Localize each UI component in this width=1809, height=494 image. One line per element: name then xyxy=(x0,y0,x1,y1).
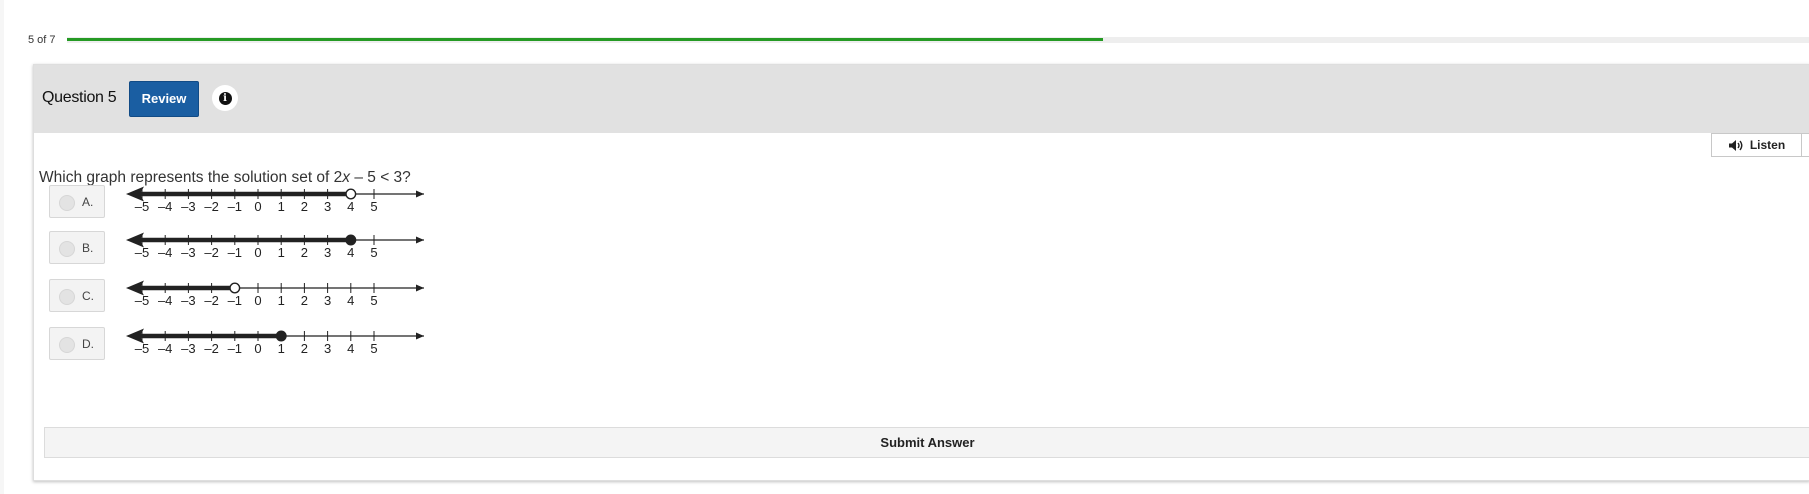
tick-label: –1 xyxy=(228,199,242,214)
tick-label: –1 xyxy=(228,293,242,308)
tick-label: –5 xyxy=(135,293,149,308)
answer-radio-button[interactable]: A. xyxy=(49,185,105,218)
tick-label: –1 xyxy=(228,341,242,356)
tick-label: 0 xyxy=(254,293,261,308)
radio-circle-icon xyxy=(59,337,75,353)
progress-bar-fill xyxy=(67,38,1104,41)
tick-label: 4 xyxy=(347,245,354,260)
number-line-graph: –5 –4 –3 –2 –1 0 1 2 3 4 5 xyxy=(126,280,424,308)
answer-radio-button[interactable]: C. xyxy=(49,279,105,312)
tick-label: 2 xyxy=(301,293,308,308)
tick-label: 1 xyxy=(278,199,285,214)
listen-label: Listen xyxy=(1749,138,1786,152)
tick-label: 1 xyxy=(278,293,285,308)
tick-label: 2 xyxy=(301,341,308,356)
right-arrow-icon xyxy=(416,284,424,292)
question-header: Question 5 Review i xyxy=(34,65,1809,133)
progress-bar xyxy=(67,37,1809,43)
right-arrow-icon xyxy=(416,332,424,340)
tick-label: –2 xyxy=(204,293,218,308)
submit-answer-button[interactable]: Submit Answer xyxy=(44,427,1809,458)
tick-label: –3 xyxy=(181,341,195,356)
review-button[interactable]: Review xyxy=(129,81,199,117)
tick-label: –5 xyxy=(135,341,149,356)
answer-letter: C. xyxy=(82,289,94,303)
tick-label: 1 xyxy=(278,245,285,260)
tick-label: –1 xyxy=(228,245,242,260)
tick-label: 0 xyxy=(254,245,261,260)
right-arrow-icon xyxy=(416,190,424,198)
radio-circle-icon xyxy=(59,289,75,305)
closed-point xyxy=(345,234,357,246)
tick-label: –3 xyxy=(181,293,195,308)
answer-letter: A. xyxy=(82,195,94,209)
speaker-icon xyxy=(1728,139,1743,151)
tick-label: –3 xyxy=(181,245,195,260)
question-title: Question 5 xyxy=(42,89,117,106)
tick-label: 3 xyxy=(324,245,331,260)
tick-label: –2 xyxy=(204,245,218,260)
right-arrow-icon xyxy=(416,236,424,244)
tick-label: 4 xyxy=(347,199,354,214)
tick-label: 4 xyxy=(347,341,354,356)
open-point xyxy=(229,282,241,294)
number-line-graph: –5 –4 –3 –2 –1 0 1 2 3 4 5 xyxy=(126,232,424,260)
tick-label: –5 xyxy=(135,199,149,214)
question-card: Question 5 Review i Listen Which graph r… xyxy=(33,64,1809,481)
tick-label: 5 xyxy=(370,199,377,214)
tick-label: 3 xyxy=(324,293,331,308)
tick-label: 3 xyxy=(324,341,331,356)
answer-radio-button[interactable]: D. xyxy=(49,327,105,360)
tick-label: 0 xyxy=(254,341,261,356)
tick-label: 5 xyxy=(370,245,377,260)
progress-label: 5 of 7 xyxy=(28,34,56,46)
number-line-graph: –5 –4 –3 –2 –1 0 1 2 3 4 5 xyxy=(126,328,424,356)
tick-label: –4 xyxy=(158,199,172,214)
number-line-graph: –5 –4 –3 –2 –1 0 1 2 3 4 5 xyxy=(126,186,424,214)
info-circle-icon: i xyxy=(218,91,232,105)
tick-label: –2 xyxy=(204,199,218,214)
tick-label: –4 xyxy=(158,293,172,308)
open-point xyxy=(345,188,357,200)
closed-point xyxy=(275,330,287,342)
tick-label: –2 xyxy=(204,341,218,356)
listen-button[interactable]: Listen xyxy=(1711,133,1802,157)
tick-label: –4 xyxy=(158,245,172,260)
tick-label: 3 xyxy=(324,199,331,214)
tick-label: –5 xyxy=(135,245,149,260)
tick-label: 2 xyxy=(301,245,308,260)
listen-options-button[interactable] xyxy=(1801,133,1809,157)
tick-label: 5 xyxy=(370,293,377,308)
answer-letter: B. xyxy=(82,241,94,255)
tick-label: –3 xyxy=(181,199,195,214)
answer-radio-button[interactable]: B. xyxy=(49,231,105,264)
info-button[interactable]: i xyxy=(212,85,238,111)
tick-label: –4 xyxy=(158,341,172,356)
radio-circle-icon xyxy=(59,241,75,257)
tick-label: 0 xyxy=(254,199,261,214)
radio-circle-icon xyxy=(59,195,75,211)
tick-label: 5 xyxy=(370,341,377,356)
answer-letter: D. xyxy=(82,337,94,351)
tick-label: 4 xyxy=(347,293,354,308)
tick-label: 2 xyxy=(301,199,308,214)
tick-label: 1 xyxy=(278,341,285,356)
